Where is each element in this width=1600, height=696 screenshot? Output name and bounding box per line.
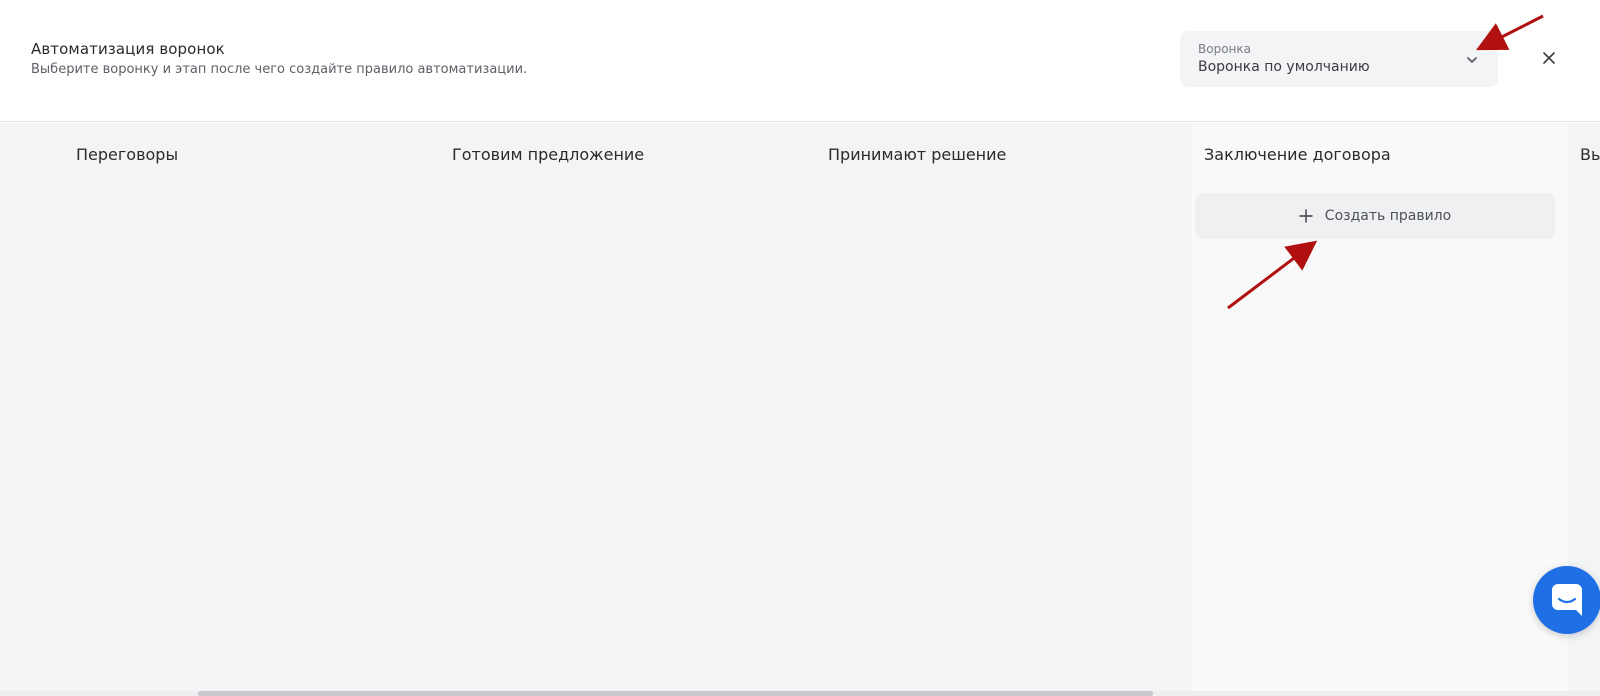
funnel-board: Переговоры Готовим предложение Принимают… bbox=[0, 123, 1600, 696]
stage-title: Заключение договора bbox=[1204, 145, 1391, 164]
header: Автоматизация воронок Выберите воронку и… bbox=[0, 0, 1600, 122]
stage-title: Готовим предложение bbox=[452, 145, 645, 164]
stage-column: Переговоры bbox=[76, 123, 416, 696]
chat-widget-button[interactable] bbox=[1533, 566, 1600, 634]
funnel-select-value: Воронка по умолчанию bbox=[1198, 59, 1370, 75]
stage-title: Переговоры bbox=[76, 145, 179, 164]
close-icon[interactable] bbox=[1537, 46, 1561, 70]
stage-title: Вы bbox=[1580, 145, 1600, 164]
page-title: Автоматизация воронок bbox=[31, 40, 225, 58]
create-rule-button[interactable]: Создать правило bbox=[1195, 193, 1555, 239]
page-subtitle: Выберите воронку и этап после чего созда… bbox=[31, 62, 528, 77]
funnel-select[interactable]: Воронка Воронка по умолчанию bbox=[1180, 31, 1498, 87]
chat-icon bbox=[1552, 584, 1582, 616]
stage-column: Принимают решение bbox=[828, 123, 1168, 696]
stage-title: Принимают решение bbox=[828, 145, 1007, 164]
funnel-select-label: Воронка bbox=[1198, 42, 1251, 56]
stage-column: Готовим предложение bbox=[452, 123, 792, 696]
chevron-down-icon bbox=[1467, 57, 1477, 63]
plus-icon bbox=[1299, 209, 1313, 223]
create-rule-label: Создать правило bbox=[1324, 208, 1452, 224]
horizontal-scrollbar[interactable] bbox=[198, 691, 1153, 696]
